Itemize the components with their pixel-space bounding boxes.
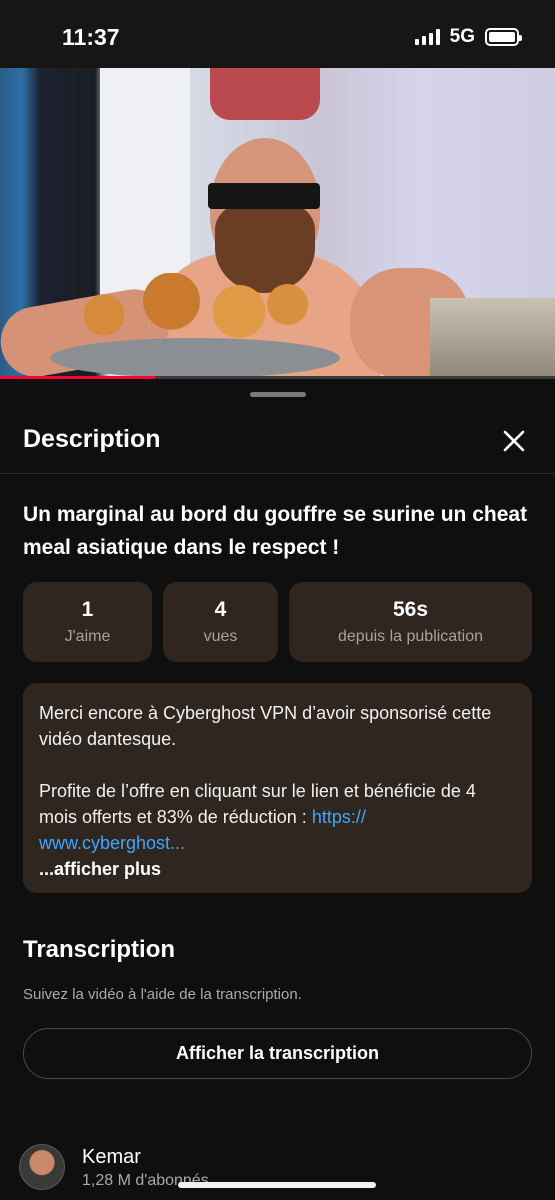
published-stat: 56s depuis la publication	[289, 582, 532, 662]
transcription-subtitle: Suivez la vidéo à l'aide de la transcrip…	[23, 986, 302, 1003]
views-label: vues	[203, 628, 238, 645]
status-time: 11:37	[62, 24, 120, 50]
video-frame-food	[50, 273, 320, 343]
description-text-1: Merci encore à Cyberghost VPN d’avoir sp…	[39, 703, 492, 749]
video-player[interactable]	[0, 68, 555, 378]
status-bar: 11:37 5G	[0, 0, 555, 68]
description-sheet: Description Un marginal au bord du gouff…	[0, 379, 555, 1200]
description-offer: Profite de l’offre en cliquant sur le li…	[39, 781, 476, 827]
likes-label: J'aime	[64, 628, 111, 645]
views-count: 4	[214, 598, 227, 621]
cellular-signal-icon	[414, 29, 440, 45]
video-frame-visor	[208, 183, 320, 209]
network-type: 5G	[449, 26, 475, 47]
video-title: Un marginal au bord du gouffre se surine…	[23, 503, 528, 559]
likes-stat: 1 J'aime	[23, 582, 152, 662]
divider	[0, 473, 555, 474]
show-transcription-button[interactable]: Afficher la transcription	[23, 1028, 532, 1079]
video-frame-whiteboard	[100, 68, 190, 298]
transcription-title: Transcription	[23, 936, 176, 963]
video-frame-tray	[430, 298, 555, 378]
show-more-button[interactable]: ...afficher plus	[39, 856, 516, 882]
battery-icon	[485, 28, 522, 46]
status-indicators: 5G	[414, 26, 522, 48]
video-frame-cap	[210, 68, 320, 120]
avatar[interactable]	[19, 1144, 65, 1190]
published-label: depuis la publication	[338, 628, 483, 645]
video-frame-plate	[50, 338, 340, 378]
likes-count: 1	[81, 598, 94, 621]
home-indicator[interactable]	[178, 1182, 376, 1188]
description-text-2: Profite de l’offre en cliquant sur le li…	[39, 778, 516, 856]
drag-handle[interactable]	[250, 392, 306, 397]
channel-name[interactable]: Kemar	[82, 1146, 141, 1169]
published-age: 56s	[392, 598, 429, 621]
views-stat: 4 vues	[163, 582, 278, 662]
close-button[interactable]	[500, 427, 528, 455]
close-icon	[503, 430, 525, 452]
sheet-title: Description	[23, 425, 161, 453]
description-box[interactable]: Merci encore à Cyberghost VPN d’avoir sp…	[23, 683, 532, 893]
